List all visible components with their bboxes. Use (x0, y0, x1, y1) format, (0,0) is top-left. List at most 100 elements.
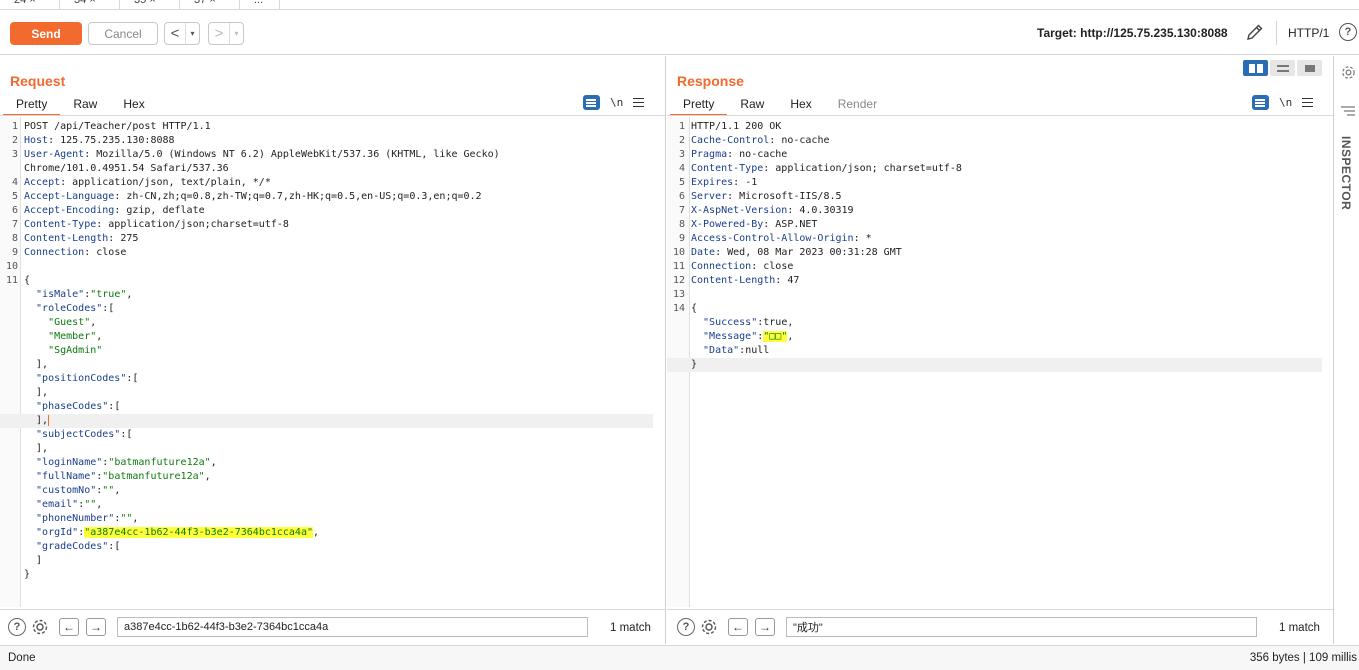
response-code[interactable]: 1 HTTP/1.1 200 OK 2 Cache-Control: no-cache… (667, 120, 1322, 372)
code-line[interactable]: 6 Server: Microsoft-IIS/8.5 (667, 190, 1322, 204)
tab-35[interactable]: 35 × (120, 0, 180, 9)
code-line[interactable]: 7 Content-Type: application/json;charset=… (0, 218, 653, 232)
code-line[interactable]: } (0, 568, 653, 582)
back-arrow-icon[interactable]: < (165, 23, 185, 44)
code-line[interactable]: 9 Access-Control-Allow-Origin: * (667, 232, 1322, 246)
send-button[interactable]: Send (10, 22, 82, 45)
list-icon[interactable] (1341, 106, 1355, 118)
close-icon[interactable]: × (149, 0, 155, 6)
code-line[interactable]: "Data":null (667, 344, 1322, 358)
code-line[interactable]: 1 POST /api/Teacher/post HTTP/1.1 (0, 120, 653, 134)
code-line[interactable]: "subjectCodes":[ (0, 428, 653, 442)
search-prev-arrow-icon[interactable]: ← (728, 618, 748, 636)
code-line[interactable]: ], (0, 442, 653, 456)
gear-icon[interactable] (31, 618, 49, 636)
code-line[interactable]: "SgAdmin" (0, 344, 653, 358)
code-line[interactable]: "Member", (0, 330, 653, 344)
code-line[interactable]: 3 User-Agent: Mozilla/5.0 (Windows NT 6.2… (0, 148, 653, 162)
code-line[interactable]: 8 Content-Length: 275 (0, 232, 653, 246)
tab-render[interactable]: Render (825, 96, 890, 116)
code-line[interactable]: 7 X-AspNet-Version: 4.0.30319 (667, 204, 1322, 218)
split-vertical-icon[interactable] (1270, 60, 1295, 76)
code-line[interactable]: "loginName":"batmanfuture12a", (0, 456, 653, 470)
code-line[interactable]: ], (0, 358, 653, 372)
request-search-input[interactable] (117, 617, 588, 637)
chevron-down-icon[interactable]: ▾ (229, 23, 243, 44)
edit-pencil-icon[interactable] (1245, 22, 1265, 42)
request-editor[interactable]: 1 POST /api/Teacher/post HTTP/1.1 2 Host: 1… (0, 117, 665, 607)
code-line[interactable]: 13 (667, 288, 1322, 302)
request-code[interactable]: 1 POST /api/Teacher/post HTTP/1.1 2 Host: 1… (0, 120, 653, 582)
close-icon[interactable]: × (89, 0, 95, 6)
gear-icon[interactable] (700, 618, 718, 636)
code-line[interactable]: 10 (0, 260, 653, 274)
tab-pretty[interactable]: Pretty (670, 96, 728, 116)
forward-arrow-icon[interactable]: > (209, 23, 229, 44)
code-line[interactable]: 1 HTTP/1.1 200 OK (667, 120, 1322, 134)
code-line[interactable]: "phaseCodes":[ (0, 400, 653, 414)
help-icon[interactable]: ? (8, 618, 26, 636)
code-line[interactable]: ], (0, 414, 653, 428)
code-line[interactable]: "Message":"□□", (667, 330, 1322, 344)
code-line[interactable]: } (667, 358, 1322, 372)
code-line[interactable]: 8 X-Powered-By: ASP.NET (667, 218, 1322, 232)
close-icon[interactable]: × (29, 0, 35, 6)
tab-37[interactable]: 37 × (180, 0, 240, 9)
code-line[interactable]: 12 Content-Length: 47 (667, 274, 1322, 288)
menu-icon[interactable] (633, 98, 645, 107)
word-wrap-icon[interactable] (1252, 95, 1269, 110)
code-line[interactable]: "fullName":"batmanfuture12a", (0, 470, 653, 484)
tab-raw[interactable]: Raw (727, 96, 777, 116)
inspector-label[interactable]: INSPECTOR (1339, 136, 1353, 210)
help-icon[interactable]: ? (677, 618, 695, 636)
menu-icon[interactable] (1302, 98, 1314, 107)
code-line[interactable]: "customNo":"", (0, 484, 653, 498)
newline-toggle-icon[interactable]: \n (1279, 96, 1292, 109)
code-line[interactable]: 9 Connection: close (0, 246, 653, 260)
newline-toggle-icon[interactable]: \n (610, 96, 623, 109)
tab-hex[interactable]: Hex (110, 96, 157, 116)
response-editor[interactable]: 1 HTTP/1.1 200 OK 2 Cache-Control: no-cache… (667, 117, 1333, 607)
code-line[interactable]: "isMale":"true", (0, 288, 653, 302)
code-line[interactable]: 14 { (667, 302, 1322, 316)
search-next-arrow-icon[interactable]: → (755, 618, 775, 636)
code-line[interactable]: "email":"", (0, 498, 653, 512)
code-line[interactable]: "Guest", (0, 316, 653, 330)
code-line[interactable]: 11 { (0, 274, 653, 288)
search-next-arrow-icon[interactable]: → (86, 618, 106, 636)
split-horizontal-icon[interactable] (1243, 60, 1268, 76)
single-panel-icon[interactable] (1297, 60, 1322, 76)
code-line[interactable]: 4 Content-Type: application/json; charset… (667, 162, 1322, 176)
code-line[interactable]: ] (0, 554, 653, 568)
tab-pretty[interactable]: Pretty (3, 96, 61, 116)
code-line[interactable]: "orgId":"a387e4cc-1b62-44f3-b3e2-7364bc1… (0, 526, 653, 540)
tab-raw[interactable]: Raw (60, 96, 110, 116)
code-line[interactable]: ], (0, 386, 653, 400)
code-line[interactable]: "positionCodes":[ (0, 372, 653, 386)
tab-more[interactable]: ... (240, 0, 280, 9)
close-icon[interactable]: × (209, 0, 215, 6)
cancel-button[interactable]: Cancel (88, 22, 158, 45)
code-line[interactable]: Chrome/101.0.4951.54 Safari/537.36 (0, 162, 653, 176)
tab-24[interactable]: 24 × (0, 0, 60, 9)
code-line[interactable]: 5 Expires: -1 (667, 176, 1322, 190)
code-line[interactable]: "roleCodes":[ (0, 302, 653, 316)
code-line[interactable]: "Success":true, (667, 316, 1322, 330)
http-version-toggle[interactable]: HTTP/1 (1288, 26, 1329, 40)
code-line[interactable]: 4 Accept: application/json, text/plain, *… (0, 176, 653, 190)
search-prev-arrow-icon[interactable]: ← (59, 618, 79, 636)
help-icon[interactable]: ? (1339, 23, 1357, 41)
word-wrap-icon[interactable] (583, 95, 600, 110)
code-line[interactable]: "gradeCodes":[ (0, 540, 653, 554)
tab-hex[interactable]: Hex (777, 96, 824, 116)
tab-34[interactable]: 34 × (60, 0, 120, 9)
code-line[interactable]: 2 Host: 125.75.235.130:8088 (0, 134, 653, 148)
code-line[interactable]: 10 Date: Wed, 08 Mar 2023 00:31:28 GMT (667, 246, 1322, 260)
code-line[interactable]: 11 Connection: close (667, 260, 1322, 274)
response-search-input[interactable] (786, 617, 1257, 637)
gear-icon[interactable] (1341, 65, 1356, 80)
chevron-down-icon[interactable]: ▾ (185, 23, 199, 44)
code-line[interactable]: 2 Cache-Control: no-cache (667, 134, 1322, 148)
code-line[interactable]: 5 Accept-Language: zh-CN,zh;q=0.8,zh-TW;q… (0, 190, 653, 204)
code-line[interactable]: 3 Pragma: no-cache (667, 148, 1322, 162)
